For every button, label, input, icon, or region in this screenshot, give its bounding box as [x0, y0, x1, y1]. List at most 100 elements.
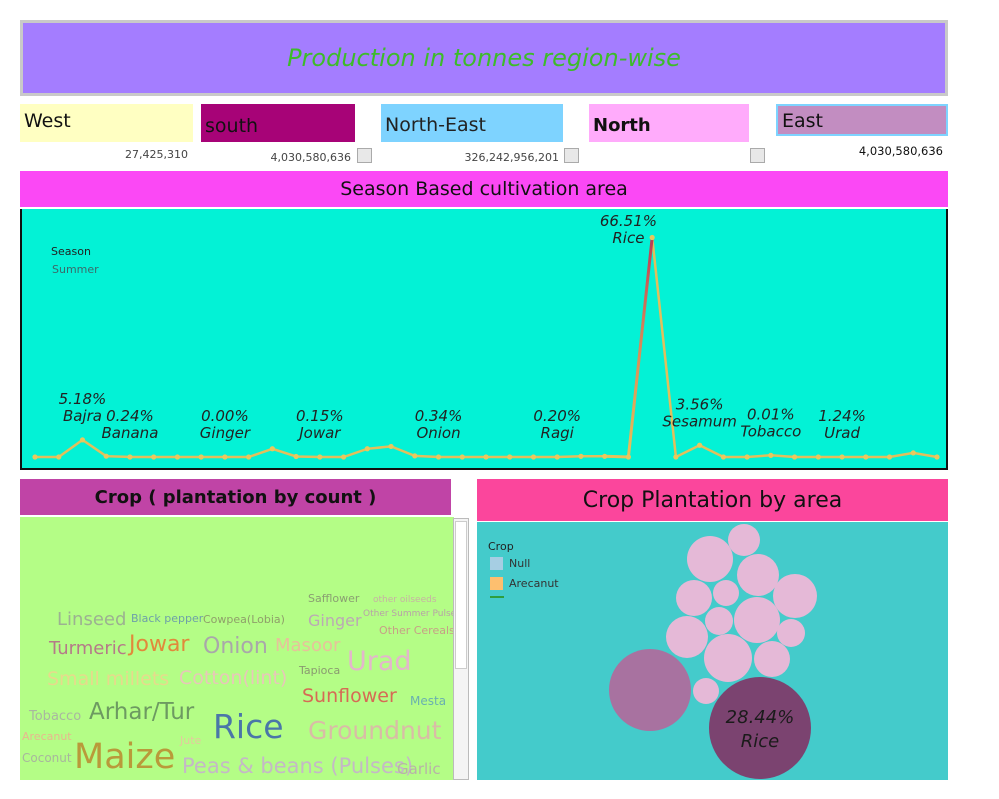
season-data-point[interactable]	[459, 454, 465, 460]
bubble-plot: 28.44% Rice	[609, 524, 817, 779]
region-tile-west[interactable]: West	[20, 104, 193, 142]
season-data-point[interactable]	[578, 453, 584, 459]
crop-word[interactable]: Mesta	[410, 695, 446, 707]
season-data-point[interactable]	[815, 454, 821, 460]
season-data-point[interactable]	[554, 454, 560, 460]
season-data-point[interactable]	[151, 454, 157, 460]
season-data-point[interactable]	[530, 454, 537, 460]
crop-word[interactable]: Arhar/Tur	[89, 701, 194, 724]
season-data-point[interactable]	[293, 453, 299, 460]
crop-bubble[interactable]	[737, 554, 779, 596]
season-percent-label: 0.00%	[201, 407, 249, 425]
season-data-point[interactable]	[744, 454, 750, 460]
season-data-point[interactable]	[791, 454, 798, 460]
word-cloud-scrollbar[interactable]	[453, 518, 469, 780]
crop-bubble[interactable]	[666, 616, 708, 658]
crop-bubble[interactable]	[777, 619, 805, 647]
crop-word[interactable]: Arecanut	[22, 731, 72, 742]
season-data-point[interactable]	[625, 454, 632, 460]
crop-word[interactable]: Coconut	[22, 752, 72, 764]
crop-word[interactable]: Cowpea(Lobia)	[203, 614, 285, 625]
region-south-mark-icon[interactable]	[357, 148, 372, 163]
season-data-point[interactable]	[32, 454, 38, 460]
season-data-point[interactable]	[364, 446, 370, 452]
crop-word[interactable]: Tobacco	[29, 710, 81, 723]
season-data-point[interactable]	[412, 453, 418, 459]
season-data-point[interactable]	[174, 454, 181, 460]
season-series-line	[35, 237, 938, 459]
crop-bubble[interactable]	[709, 677, 811, 779]
crop-word[interactable]: Tapioca	[299, 665, 340, 676]
season-data-point[interactable]	[435, 454, 442, 460]
crop-word[interactable]: Small millets	[47, 670, 169, 689]
crop-bubble[interactable]	[693, 678, 719, 704]
crop-bubble[interactable]	[728, 524, 760, 556]
season-data-point[interactable]	[768, 452, 774, 458]
crop-word[interactable]: Rice	[213, 710, 284, 743]
season-data-point[interactable]	[222, 454, 228, 460]
season-data-point[interactable]	[910, 450, 916, 456]
season-data-point[interactable]	[886, 454, 893, 460]
season-line-chart[interactable]: Season Summer 5.18% Bajra 0.24% Banana 0.00%…	[20, 209, 948, 470]
season-crop-label: Bajra	[63, 407, 102, 425]
crop-bubble[interactable]	[773, 574, 817, 618]
season-data-point[interactable]	[720, 454, 726, 460]
crop-bubble[interactable]	[704, 634, 752, 682]
region-north-east-mark-icon[interactable]	[564, 148, 579, 163]
region-north-mark-icon[interactable]	[750, 148, 765, 163]
season-data-point[interactable]	[103, 453, 109, 459]
season-data-point[interactable]	[127, 454, 133, 460]
season-data-point[interactable]	[198, 454, 204, 460]
crop-word[interactable]: Other Cereals	[379, 625, 455, 636]
crop-word[interactable]: Cotton(lint)	[179, 669, 287, 688]
crop-word[interactable]: other oilseeds	[373, 596, 437, 605]
season-data-point[interactable]	[507, 454, 513, 460]
crop-word[interactable]: Black pepper	[131, 613, 203, 624]
crop-word[interactable]: Garlic	[397, 762, 441, 777]
crop-bubble[interactable]	[705, 607, 733, 635]
crop-bubble[interactable]	[713, 580, 739, 606]
crop-bubble-chart[interactable]: Crop Null Arecanut 28.44% Rice	[477, 522, 948, 780]
crop-word[interactable]: Ginger	[308, 613, 362, 629]
crop-word[interactable]: Maize	[74, 740, 175, 775]
season-data-point[interactable]	[388, 443, 394, 450]
season-data-point[interactable]	[79, 437, 86, 443]
season-data-point[interactable]	[602, 453, 608, 459]
season-data-point[interactable]	[697, 442, 703, 448]
season-data-point[interactable]	[673, 454, 679, 460]
crop-bubble[interactable]	[687, 536, 733, 582]
crop-word[interactable]: Onion	[203, 636, 268, 658]
region-value-south: 4,030,580,636	[270, 151, 351, 164]
season-data-point[interactable]	[483, 454, 489, 460]
season-data-point[interactable]	[246, 454, 252, 460]
season-data-point[interactable]	[340, 454, 347, 460]
season-data-point[interactable]	[56, 454, 62, 460]
crop-bubble[interactable]	[734, 597, 780, 643]
season-data-point[interactable]	[934, 454, 940, 460]
crop-word[interactable]: Sunflower	[302, 687, 397, 706]
scrollbar-thumb[interactable]	[455, 521, 467, 669]
season-data-point[interactable]	[863, 454, 869, 460]
crop-word[interactable]: Linseed	[57, 611, 126, 629]
crop-word[interactable]: Safflower	[308, 593, 359, 604]
crop-bubble[interactable]	[754, 641, 790, 677]
crop-word[interactable]: Jowar	[129, 634, 189, 656]
season-data-point[interactable]	[839, 454, 845, 460]
region-tile-north-east[interactable]: North-East	[381, 104, 563, 142]
season-data-point[interactable]	[317, 454, 323, 460]
season-data-point[interactable]	[649, 234, 655, 241]
region-tile-north[interactable]: North	[589, 104, 749, 142]
crop-word[interactable]: Other Summer Pulses	[363, 610, 461, 619]
crop-word-cloud[interactable]: Safflower other oilseeds Other Summer Puls…	[20, 517, 461, 780]
region-tile-east[interactable]: East	[776, 104, 948, 136]
crop-word[interactable]: Turmeric	[49, 640, 127, 658]
season-data-point[interactable]	[269, 446, 275, 452]
crop-word[interactable]: Urad	[347, 648, 412, 675]
region-tile-south[interactable]: south	[201, 104, 355, 142]
crop-word[interactable]: Peas & beans (Pulses)	[182, 756, 413, 777]
crop-bubble[interactable]	[609, 649, 691, 731]
crop-bubble[interactable]	[676, 580, 712, 616]
crop-word[interactable]: Jute	[180, 735, 201, 746]
crop-word[interactable]: Masoor	[275, 637, 340, 655]
crop-word[interactable]: Groundnut	[308, 718, 441, 743]
